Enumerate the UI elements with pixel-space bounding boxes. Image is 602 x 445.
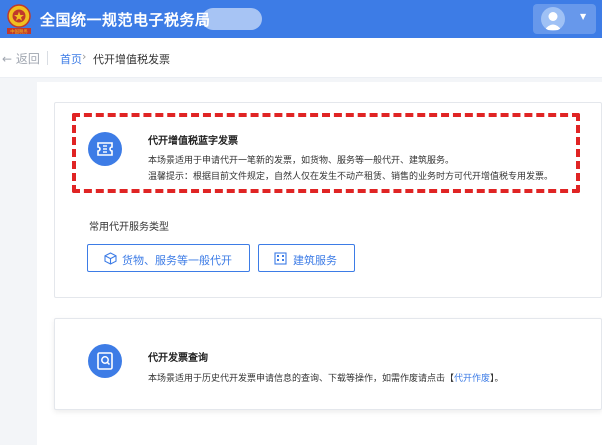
blue-invoice-title: 代开增值税蓝字发票 — [148, 136, 238, 147]
invoice-ticket-icon — [88, 132, 122, 166]
breadcrumb-divider — [47, 51, 48, 65]
breadcrumb-current: 代开增值税发票 — [93, 53, 170, 66]
building-icon — [274, 252, 287, 265]
blue-invoice-description: 本场景适用于申请代开一笔新的发票，如货物、服务等一般代开、建筑服务。 — [148, 156, 455, 166]
construction-service-label: 建筑服务 — [293, 254, 337, 267]
goods-box-icon — [104, 252, 117, 265]
tax-emblem-icon: 中国税务 — [7, 4, 31, 35]
arrow-left-icon: ← — [2, 52, 13, 66]
back-label: 返回 — [15, 52, 40, 66]
breadcrumb-separator: › — [82, 50, 87, 63]
general-service-label: 货物、服务等一般代开 — [122, 254, 232, 267]
user-avatar-icon[interactable] — [541, 7, 565, 31]
breadcrumb-home-link[interactable]: 首页 — [60, 51, 82, 67]
region-pill[interactable] — [202, 8, 262, 30]
query-description-text: 本场景适用于历史代开发票申请信息的查询、下载等操作，如需作废请点击【 — [148, 374, 455, 384]
invoice-query-icon — [88, 344, 122, 378]
construction-service-button[interactable]: 建筑服务 — [258, 244, 355, 272]
blue-invoice-tip: 温馨提示：根据目前文件规定，自然人仅在发生不动产租赁、销售的业务时方可代开增值税… — [148, 172, 554, 182]
query-description-end: 】。 — [490, 374, 504, 384]
user-menu[interactable]: ▼ — [533, 4, 596, 34]
caret-down-icon[interactable]: ▼ — [580, 12, 586, 21]
void-invoice-link[interactable]: 代开作废 — [454, 374, 490, 384]
general-service-button[interactable]: 货物、服务等一般代开 — [87, 244, 250, 272]
top-header: 中国税务 全国统一规范电子税务局 ▼ — [0, 0, 602, 38]
app-title: 全国统一规范电子税务局 — [40, 11, 211, 29]
back-button[interactable]: ← 返回 — [2, 50, 40, 67]
invoice-query-description: 本场景适用于历史代开发票申请信息的查询、下载等操作，如需作废请点击【代开作废】。 — [148, 371, 504, 384]
emblem-text: 中国税务 — [10, 28, 28, 35]
common-services-label: 常用代开服务类型 — [89, 222, 169, 233]
invoice-query-card[interactable] — [54, 318, 602, 410]
breadcrumb: ← 返回 首页 › 代开增值税发票 — [0, 38, 602, 78]
invoice-query-title: 代开发票查询 — [148, 353, 208, 364]
